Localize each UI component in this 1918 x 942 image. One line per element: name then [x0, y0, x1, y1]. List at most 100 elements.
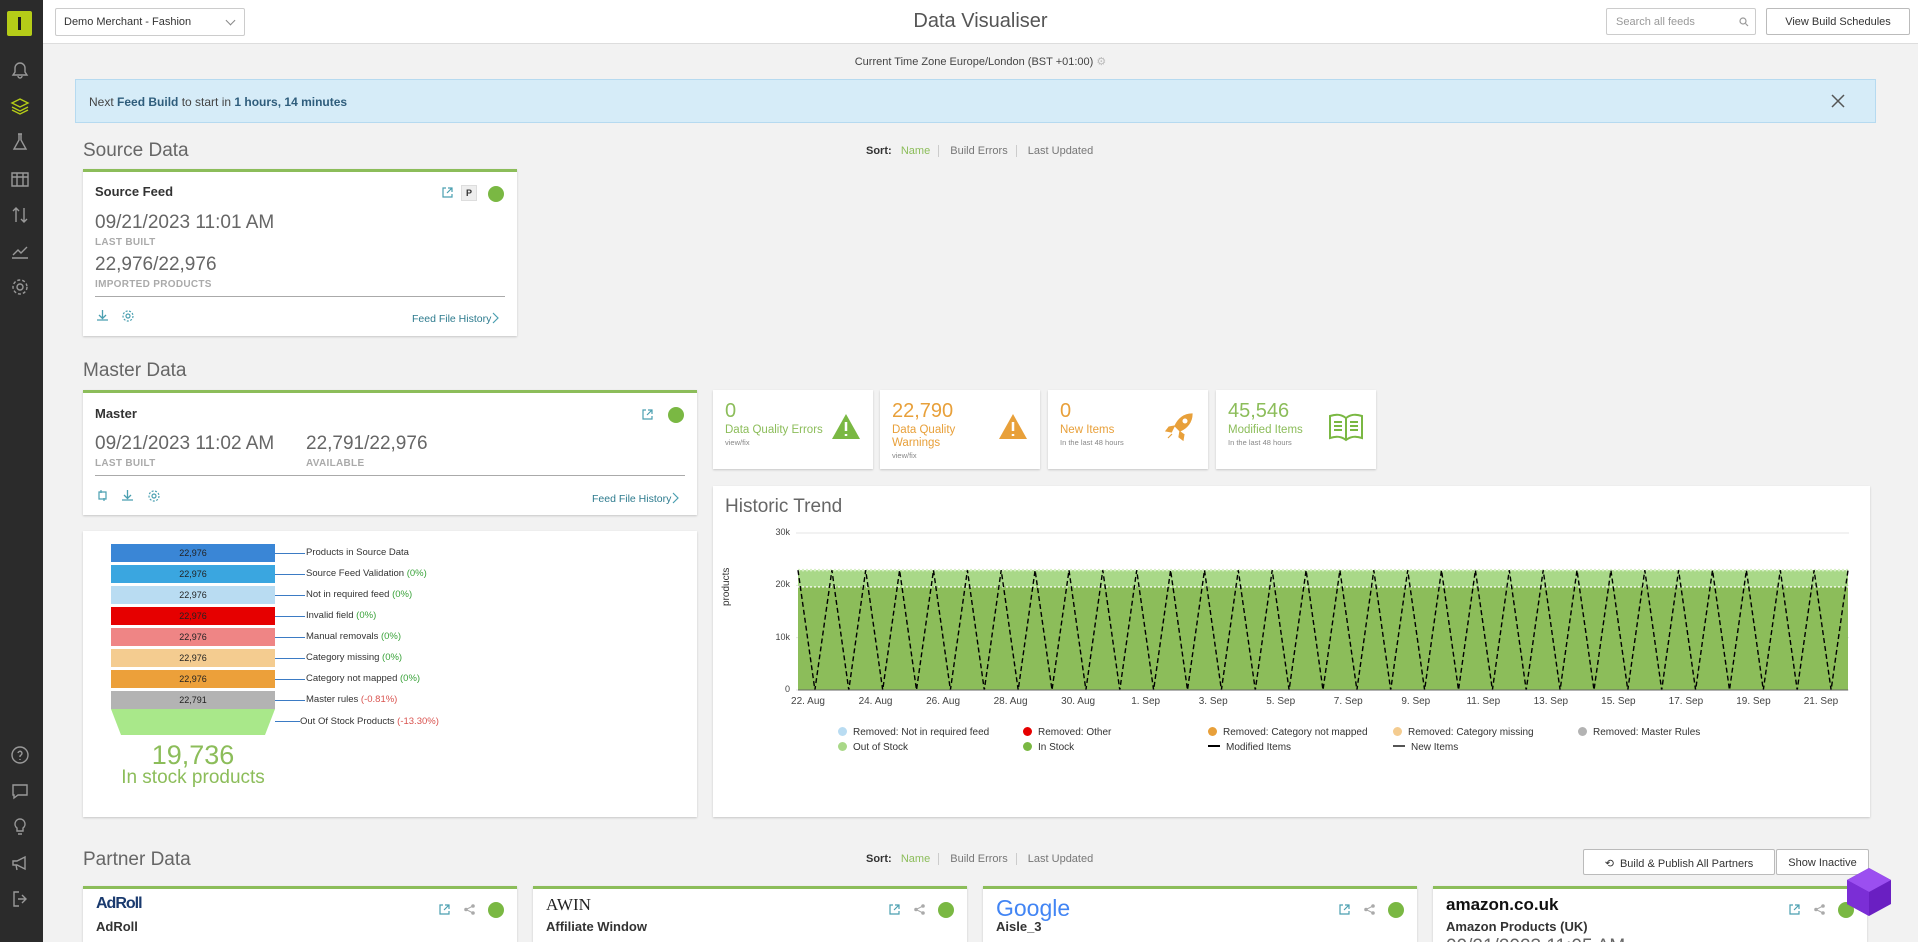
external-link-icon[interactable] [438, 903, 451, 916]
build-publish-all-button[interactable]: ⟲ Build & Publish All Partners [1583, 849, 1775, 875]
funnel-label: Products in Source Data [306, 547, 409, 558]
partner-date: 09/21/2023 11:05 AM [1446, 936, 1625, 942]
smile-icon [488, 902, 504, 918]
help-icon[interactable] [9, 744, 31, 766]
partner-logo: Google [996, 895, 1071, 921]
x-tick-label: 15. Sep [1601, 696, 1636, 707]
download-icon[interactable] [96, 309, 109, 322]
logout-icon[interactable] [9, 888, 31, 910]
message-icon[interactable] [9, 780, 31, 802]
funnel-label: Category missing (0%) [306, 652, 402, 663]
legend-marker [1578, 727, 1587, 736]
external-link-icon[interactable] [441, 186, 454, 199]
share-icon[interactable] [1363, 903, 1376, 916]
trend-chart [796, 532, 1849, 691]
x-tick-label: 21. Sep [1803, 696, 1839, 707]
legend-item[interactable]: Removed: Other [1023, 727, 1111, 738]
funnel-label: Source Feed Validation (0%) [306, 568, 427, 579]
legend-marker [1023, 727, 1032, 736]
layers-icon[interactable] [9, 95, 31, 117]
legend-item[interactable]: New Items [1393, 742, 1458, 753]
source-imported-count: 22,976/22,976 [95, 254, 217, 275]
sort-build-errors[interactable]: Build Errors [950, 853, 1007, 865]
stat-new-items[interactable]: 0 New Items In the last 48 hours [1048, 390, 1208, 469]
sort-build-errors[interactable]: Build Errors [950, 145, 1007, 157]
master-title: Master [95, 406, 137, 421]
sync-icon[interactable] [96, 489, 109, 502]
funnel-connector [275, 616, 305, 617]
source-data-title: Source Data [83, 140, 189, 161]
legend-marker [1023, 742, 1032, 751]
download-icon[interactable] [121, 489, 134, 502]
master-card: Master 09/21/2023 11:02 AM LAST BUILT 22… [83, 390, 697, 515]
gear-icon[interactable]: ⚙ [1096, 56, 1106, 68]
legend-label: Removed: Other [1038, 727, 1112, 738]
y-tick-label: 30k [775, 527, 790, 537]
view-build-schedules-button[interactable]: View Build Schedules [1766, 8, 1910, 35]
store-icon[interactable] [9, 167, 31, 189]
flask-icon[interactable] [9, 131, 31, 153]
stat-label: Data Quality Errors [725, 424, 823, 436]
funnel-connector [275, 574, 305, 575]
app-logo[interactable] [7, 11, 32, 36]
stat-modified-items[interactable]: 45,546 Modified Items In the last 48 hou… [1216, 390, 1376, 469]
close-icon[interactable] [1831, 94, 1845, 108]
legend-label: Removed: Not in required feed [853, 727, 990, 738]
stat-sub[interactable]: view/fix [892, 451, 917, 460]
share-icon[interactable] [913, 903, 926, 916]
source-sort: Sort: Name Build Errors Last Updated [866, 145, 1093, 158]
lightbulb-icon[interactable] [9, 816, 31, 838]
share-icon[interactable] [1813, 903, 1826, 916]
sort-last-updated[interactable]: Last Updated [1028, 145, 1093, 157]
funnel-label-text: Category missing [306, 652, 383, 663]
x-tick-label: 17. Sep [1668, 696, 1704, 707]
x-tick-label: 30. Aug [1061, 696, 1096, 707]
megaphone-icon[interactable] [9, 852, 31, 874]
external-link-icon[interactable] [1338, 903, 1351, 916]
legend-item[interactable]: Removed: Master Rules [1578, 727, 1700, 738]
share-icon[interactable] [463, 903, 476, 916]
divider [95, 475, 685, 476]
sort-last-updated[interactable]: Last Updated [1028, 853, 1093, 865]
legend-item[interactable]: Modified Items [1208, 742, 1291, 753]
next-build-banner: Next Feed Build to start in 1 hours, 14 … [75, 79, 1876, 123]
bell-icon[interactable] [9, 59, 31, 81]
master-history-link[interactable]: Feed File History [592, 493, 671, 505]
partner-card[interactable]: AWIN Affiliate Window [533, 886, 967, 942]
historic-trend-panel: Historic Trend products 0 10k 20k 30k 22. A… [713, 486, 1870, 817]
external-link-icon[interactable] [1788, 903, 1801, 916]
funnel-label-text: Source Feed Validation [306, 568, 407, 579]
oos-label: Out Of Stock Products [300, 716, 395, 727]
master-data-title: Master Data [83, 360, 187, 381]
source-history-link[interactable]: Feed File History [412, 313, 491, 325]
external-link-icon[interactable] [641, 408, 654, 421]
chart-line-icon[interactable] [9, 240, 31, 262]
x-tick-label: 9. Sep [1401, 696, 1431, 707]
stat-data-quality-errors[interactable]: 0 Data Quality Errors view/fix [713, 390, 873, 469]
legend-marker [838, 727, 847, 736]
partner-card[interactable]: AdRoll AdRoll [83, 886, 517, 942]
master-available-count: 22,791/22,976 [306, 433, 428, 454]
chat-widget-cube-icon[interactable] [1843, 866, 1895, 918]
gear-icon[interactable] [9, 276, 31, 298]
partner-card[interactable]: Google Aisle_3 [983, 886, 1417, 942]
legend-item[interactable]: Removed: Category missing [1393, 727, 1534, 738]
divider [95, 296, 505, 297]
legend-item[interactable]: Out of Stock [838, 742, 908, 753]
legend-item[interactable]: In Stock [1023, 742, 1074, 753]
partner-card[interactable]: amazon.co.uk Amazon Products (UK) 09/21/20… [1433, 886, 1867, 942]
sort-name[interactable]: Name [901, 853, 930, 865]
stat-sub[interactable]: view/fix [725, 438, 750, 447]
sort-arrows-icon[interactable] [9, 204, 31, 226]
timezone-line: Current Time Zone Europe/London (BST +01… [43, 55, 1918, 68]
gear-icon[interactable] [121, 309, 135, 323]
gear-icon[interactable] [147, 489, 161, 503]
search-input[interactable]: Search all feeds [1606, 8, 1756, 35]
legend-item[interactable]: Removed: Category not mapped [1208, 727, 1368, 738]
legend-item[interactable]: Removed: Not in required feed [838, 727, 989, 738]
funnel-bar: 22,976 [111, 586, 275, 604]
external-link-icon[interactable] [888, 903, 901, 916]
sort-name[interactable]: Name [901, 145, 930, 157]
stat-data-quality-warnings[interactable]: 22,790 Data Quality Warnings view/fix [880, 390, 1040, 469]
legend-label: Modified Items [1226, 742, 1292, 753]
